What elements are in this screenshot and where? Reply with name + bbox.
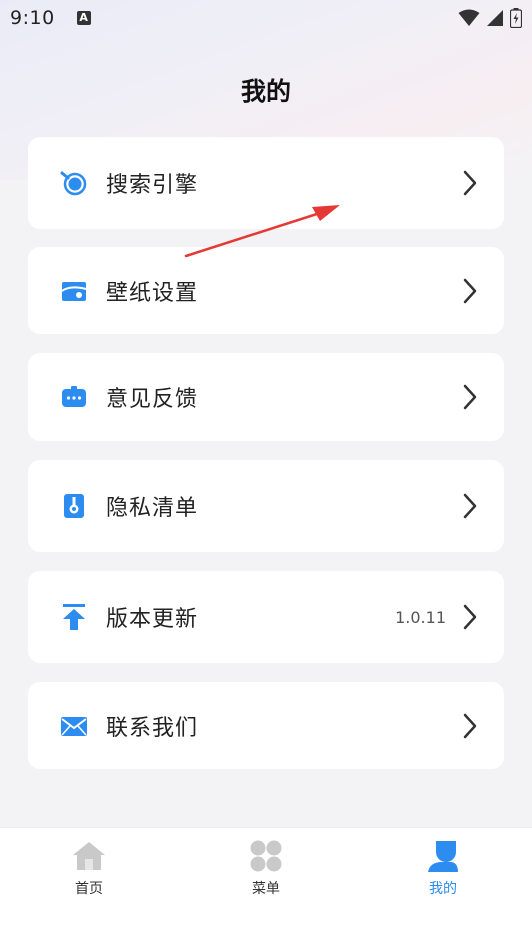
status-time: 9:10	[10, 7, 55, 29]
menu-item-privacy[interactable]: 隐私清单	[28, 460, 504, 552]
tab-label: 我的	[429, 881, 457, 897]
page-title: 我的	[240, 77, 291, 106]
menu-item-wallpaper[interactable]: 壁纸设置	[28, 247, 504, 334]
tab-menu[interactable]: 菜单	[206, 838, 326, 908]
notification-icon: A	[76, 11, 91, 25]
tab-label: 菜单	[252, 881, 280, 897]
mail-icon	[60, 712, 88, 740]
chevron-right-icon	[463, 278, 477, 303]
menu-item-search-engine[interactable]: 搜索引擎	[28, 137, 504, 229]
privacy-icon	[60, 492, 88, 520]
menu-item-label: 联系我们	[106, 715, 199, 741]
wifi-icon	[458, 9, 480, 26]
version-number: 1.0.11	[395, 607, 446, 627]
menu-item-update[interactable]: 版本更新 1.0.11	[28, 571, 504, 663]
menu-item-label: 隐私清单	[106, 496, 199, 521]
menu-item-label: 壁纸设置	[106, 280, 199, 306]
tab-home[interactable]: 首页	[29, 838, 149, 908]
user-icon	[428, 841, 458, 872]
wallpaper-icon	[60, 277, 88, 305]
tab-mine[interactable]: 我的	[383, 838, 503, 908]
chevron-right-icon	[463, 493, 477, 519]
chevron-right-icon	[463, 713, 477, 738]
chevron-right-icon	[463, 384, 477, 410]
search-engine-icon	[60, 169, 88, 197]
update-icon	[60, 603, 88, 631]
bottom-tab-bar: 首页 菜单 我的	[0, 827, 532, 945]
battery-icon	[510, 8, 522, 28]
status-indicators	[458, 8, 522, 28]
menu-item-contact[interactable]: 联系我们	[28, 682, 504, 769]
menu-item-label: 版本更新	[106, 607, 199, 632]
feedback-icon	[60, 383, 88, 411]
menu-item-label: 搜索引擎	[106, 173, 199, 198]
tab-label: 首页	[75, 881, 103, 897]
chevron-right-icon	[463, 604, 477, 630]
menu-item-feedback[interactable]: 意见反馈	[28, 353, 504, 441]
grid-icon	[250, 840, 282, 872]
menu-item-label: 意见反馈	[106, 387, 199, 412]
home-icon	[73, 842, 105, 870]
status-bar: 9:10 A	[0, 0, 532, 36]
signal-icon	[487, 10, 503, 26]
chevron-right-icon	[463, 170, 477, 196]
